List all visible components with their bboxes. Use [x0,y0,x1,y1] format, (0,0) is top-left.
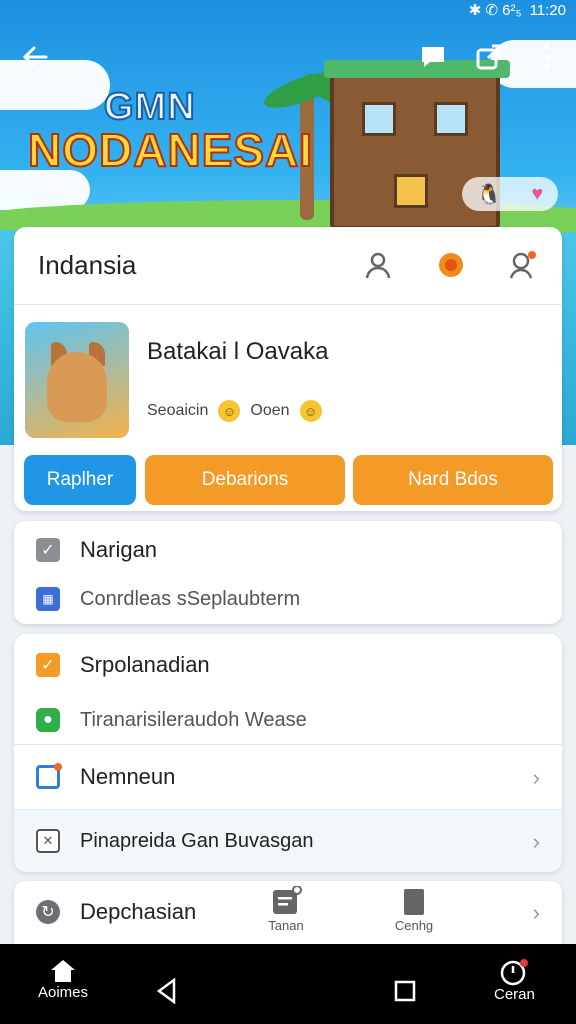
section-card-1: ✓ Narigan ▦ Conrdleas sSeplaubterm [14,521,562,624]
edit-note-icon [273,886,302,914]
back-triangle-icon [156,978,176,1004]
heart-icon: ♥ [531,182,544,205]
game-card: Indansia Batakai l Oavaka Seoaicin ☺ Ooe… [14,227,562,511]
status-icons: ✱ ✆ 6²₅ [468,2,522,19]
character-icon: 🐧 [476,183,502,206]
nav-home-label: Aoimes [38,984,89,1001]
top-toolbar [0,36,576,76]
home-icon [51,960,76,982]
smiley-icon: ☺ [218,400,241,422]
badge-icon[interactable] [435,249,467,281]
game-info: Batakai l Oavaka Seoaicin ☺ Ooen ☺ [14,305,562,455]
status-time: 11:20 [529,1,566,19]
game-meta-left: Seoaicin [147,402,209,419]
document-icon: ✕ [36,829,60,853]
list-item-title: Narigan [80,537,158,562]
hero-characters-badge[interactable]: 🐧 ♥ [462,177,558,211]
recents-square-icon [394,980,416,1002]
calendar-icon: ▦ [36,587,60,611]
thumb-dog-character [47,352,107,422]
chevron-right-icon: › [532,829,540,854]
list-item[interactable]: ▦ Conrdleas sSeplaubterm [14,579,562,619]
chat-icon: ● [36,708,60,732]
chevron-right-icon: › [532,765,540,790]
refresh-icon: ↻ [36,900,60,924]
treehouse-window [434,102,468,136]
game-card-header: Indansia [14,227,562,305]
list-item-title: Nemneun [80,764,176,789]
more-vert-icon[interactable] [540,36,554,83]
game-meta-right: Ooen [250,402,290,419]
window-icon [36,763,62,789]
game-logo: GMN NODANESAI [27,85,314,177]
share-icon[interactable] [474,36,504,83]
nav-ceran[interactable]: Ceran [494,958,535,1003]
nav-recents[interactable] [394,980,416,1002]
chat-bubble-icon[interactable] [418,36,448,83]
list-item-subtitle: Conrdleas sSeplaubterm [80,587,301,610]
tab-tanan[interactable]: Tanan [246,886,326,946]
primary-action-button[interactable]: Raplher [24,455,136,505]
chevron-right-icon: › [532,900,540,925]
tab-label: Cenhg [394,918,434,933]
list-item-pinapreida[interactable]: ✕ Pinapreida Gan Buvasgan › [14,810,562,872]
tab-cenhg[interactable]: Cenhg [374,886,454,946]
action-buttons: Raplher Debarions Nard Bdos [24,455,554,505]
list-item[interactable]: ✓ Narigan [14,521,562,579]
list-item[interactable]: ✓ Srpolanadian [14,634,562,696]
book-icon [404,889,424,915]
nav-ceran-label: Ceran [494,986,535,1003]
game-name: Batakai l Oavaka [147,338,329,365]
user-icon[interactable] [362,249,394,281]
section-card-2: ✓ Srpolanadian ● Tiranarisileraudoh Weas… [14,634,562,872]
game-card-title: Indansia [38,250,137,280]
notification-user-icon[interactable] [506,249,538,281]
treehouse-window [362,102,396,136]
list-item-title: Pinapreida Gan Buvasgan [80,829,314,852]
list-item-nemneun[interactable]: Nemneun › [14,745,562,809]
list-item-title: Depchasian [80,899,197,924]
status-bar: ✱ ✆ 6²₅ 11:20 [0,0,576,20]
list-item-title: Srpolanadian [80,652,210,677]
list-item[interactable]: ● Tiranarisileraudoh Wease [14,696,562,744]
timer-icon [501,959,529,986]
list-item-subtitle: Tiranarisileraudoh Wease [80,708,307,731]
checkbox-icon: ✓ [36,538,60,562]
tertiary-action-button[interactable]: Nard Bdos [353,455,553,505]
tab-label: Tanan [268,918,304,933]
game-meta: Seoaicin ☺ Ooen ☺ [147,400,322,422]
game-thumbnail[interactable] [25,322,129,438]
smiley-icon: ☺ [299,400,322,422]
system-nav-bar: Aoimes Ceran [0,944,576,1024]
secondary-action-button[interactable]: Debarions [145,455,345,505]
back-arrow-icon[interactable] [20,36,50,83]
treehouse-window [394,174,428,208]
logo-main-text: NODANESAI [27,123,314,177]
checkbox-checked-icon: ✓ [36,653,60,677]
nav-home[interactable]: Aoimes [38,958,88,1001]
nav-back[interactable] [156,978,178,1004]
